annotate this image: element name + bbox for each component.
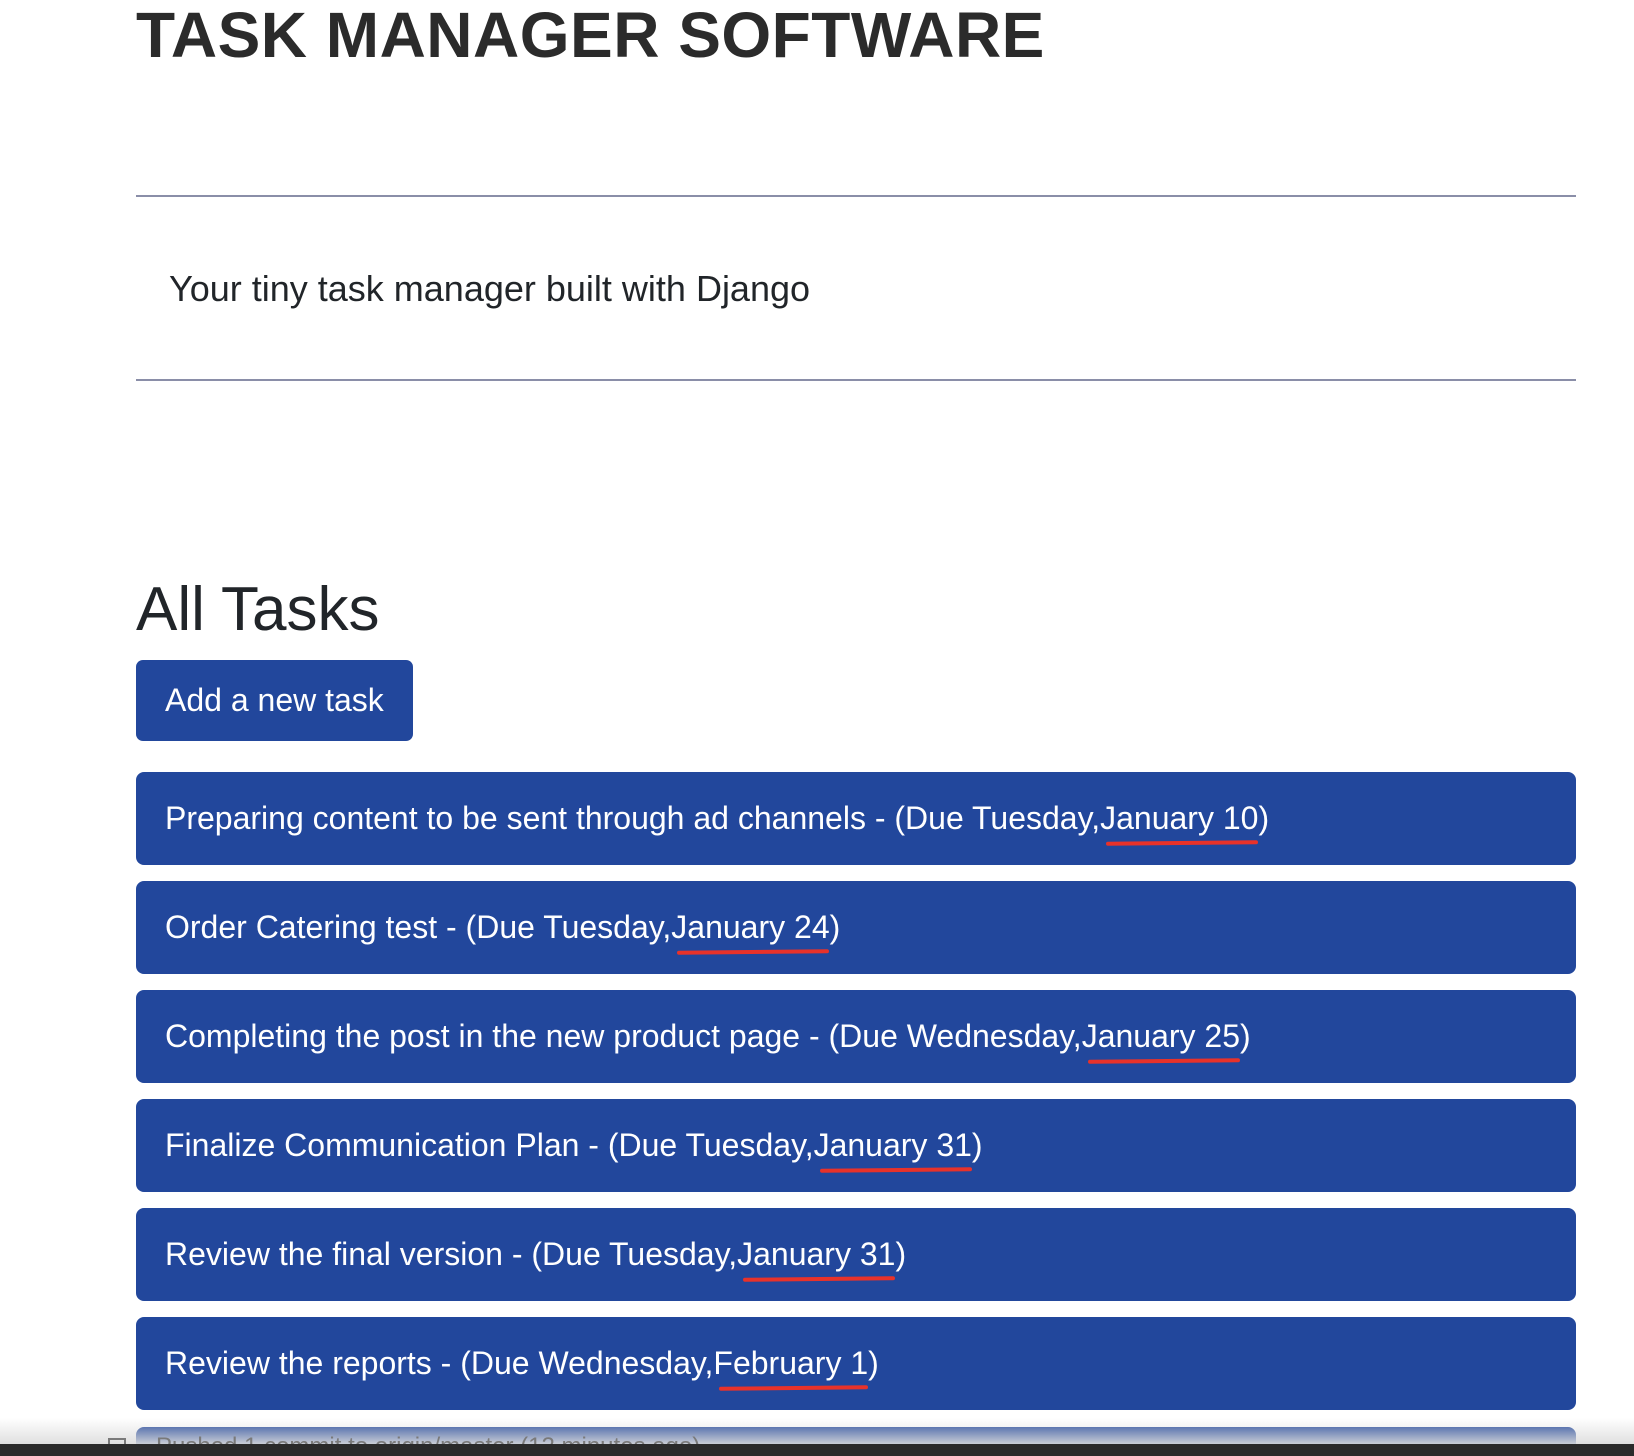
task-item[interactable]: Preparing content to be sent through ad … <box>136 772 1576 865</box>
task-due-date: January 25 <box>1081 1018 1241 1054</box>
task-close-paren: ) <box>1240 1018 1251 1054</box>
task-item[interactable]: Review the reports - (Due Wednesday, Feb… <box>136 1317 1576 1410</box>
task-item[interactable]: Review the final version - (Due Tuesday,… <box>136 1208 1576 1301</box>
page: TASK MANAGER SOFTWARE Your tiny task man… <box>0 0 1634 1456</box>
task-title: Order Catering test - (Due Tuesday, <box>165 909 672 945</box>
task-item[interactable]: Order Catering test - (Due Tuesday, Janu… <box>136 881 1576 974</box>
task-item[interactable]: Completing the post in the new product p… <box>136 990 1576 1083</box>
add-task-button[interactable]: Add a new task <box>136 660 413 741</box>
task-close-paren: ) <box>868 1345 879 1381</box>
task-title: Review the reports - (Due Wednesday, <box>165 1345 714 1381</box>
task-due-date: January 24 <box>671 909 830 945</box>
header-divider-bottom <box>136 379 1576 381</box>
task-title: Preparing content to be sent through ad … <box>165 800 1101 836</box>
task-close-paren: ) <box>829 909 841 945</box>
task-close-paren: ) <box>971 1127 983 1163</box>
app-tagline: Your tiny task manager built with Django <box>169 268 811 309</box>
task-list: Preparing content to be sent through ad … <box>136 772 1576 1426</box>
status-bar <box>0 1444 1634 1456</box>
header-divider-top <box>136 195 1576 197</box>
task-title: Completing the post in the new product p… <box>165 1018 1082 1054</box>
task-title: Review the final version - (Due Tuesday, <box>165 1236 738 1272</box>
task-close-paren: ) <box>895 1236 907 1272</box>
task-close-paren: ) <box>1258 800 1270 836</box>
all-tasks-heading: All Tasks <box>136 575 380 644</box>
task-item[interactable]: Finalize Communication Plan - (Due Tuesd… <box>136 1099 1576 1192</box>
task-due-date: February 1 <box>713 1345 869 1381</box>
task-due-date: January 31 <box>813 1127 972 1163</box>
task-due-date: January 31 <box>737 1236 896 1272</box>
task-title: Finalize Communication Plan - (Due Tuesd… <box>165 1127 814 1163</box>
app-title: TASK MANAGER SOFTWARE <box>136 0 1045 71</box>
task-due-date: January 10 <box>1100 800 1259 836</box>
